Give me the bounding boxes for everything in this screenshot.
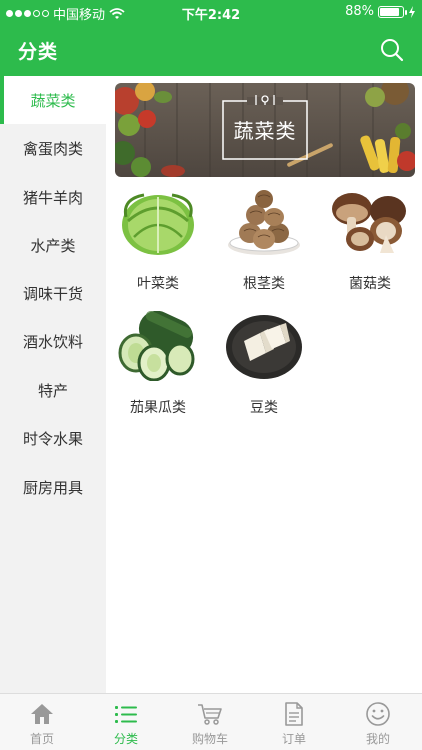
search-button[interactable] [378, 36, 406, 64]
tab-category[interactable]: 分类 [84, 694, 168, 750]
search-icon [381, 39, 404, 62]
category-label: 菌菇类 [349, 276, 391, 292]
battery-icon [378, 5, 407, 18]
sidebar-item-label: 蔬菜类 [30, 91, 76, 110]
sidebar-item-meat[interactable]: 猪牛羊肉 [0, 173, 106, 221]
tab-profile[interactable]: 我的 [336, 694, 420, 750]
sidebar-item-specialty[interactable]: 特产 [0, 366, 106, 414]
sidebar-item-label: 厨房用具 [22, 478, 83, 497]
category-item-mushroom[interactable]: 菌菇类 [318, 187, 422, 297]
category-item-melon[interactable]: 茄果瓜类 [106, 311, 210, 421]
category-label: 豆类 [250, 400, 278, 416]
sidebar-item-fruit[interactable]: 时令水果 [0, 414, 106, 462]
category-content: 蔬菜类 叶菜类 根茎类 菌菇类 茄果瓜类 豆类 [106, 76, 422, 693]
category-sidebar: 蔬菜类 禽蛋肉类 猪牛羊肉 水产类 调味干货 酒水饮料 特产 时令水果 厨房用具 [0, 76, 106, 693]
category-label: 叶菜类 [137, 276, 179, 292]
page-title: 分类 [18, 41, 59, 63]
tab-label: 首页 [29, 732, 54, 746]
tab-label: 订单 [281, 732, 306, 746]
category-item-root[interactable]: 根茎类 [212, 187, 316, 297]
tab-label: 分类 [113, 732, 138, 746]
list-icon [115, 706, 137, 723]
sidebar-item-poultry-eggs[interactable]: 禽蛋肉类 [0, 124, 106, 172]
category-label: 茄果瓜类 [130, 400, 186, 416]
category-banner[interactable]: 蔬菜类 [115, 83, 415, 177]
status-bar: 中国移动 下午2:42 88% [0, 0, 422, 24]
category-item-leafy[interactable]: 叶菜类 [106, 187, 210, 297]
app-header: 分类 [0, 24, 422, 76]
sidebar-item-label: 水产类 [30, 236, 76, 255]
sidebar-item-label: 禽蛋肉类 [22, 139, 83, 158]
cabbage-icon [122, 193, 194, 255]
tab-orders[interactable]: 订单 [252, 694, 336, 750]
sidebar-item-drinks[interactable]: 酒水饮料 [0, 317, 106, 365]
sidebar-item-label: 特产 [37, 381, 68, 400]
winter-melon-icon [118, 311, 195, 381]
smiley-icon [366, 702, 390, 726]
sidebar-item-seasoning[interactable]: 调味干货 [0, 269, 106, 317]
status-right: 88% [345, 4, 416, 19]
home-icon [31, 704, 53, 724]
sidebar-item-label: 调味干货 [22, 284, 83, 303]
banner-title: 蔬菜类 [233, 119, 297, 143]
battery-percent: 88% [345, 4, 374, 19]
document-icon [285, 702, 303, 726]
category-label: 根茎类 [243, 276, 285, 292]
tab-label: 我的 [365, 732, 390, 746]
sidebar-item-label: 猪牛羊肉 [22, 188, 83, 207]
sidebar-item-seafood[interactable]: 水产类 [0, 221, 106, 269]
tofu-icon [226, 315, 302, 379]
sidebar-item-kitchenware[interactable]: 厨房用具 [0, 463, 106, 511]
bottom-tab-bar: 首页 分类 购物车 订单 我的 [0, 693, 422, 750]
tab-label: 购物车 [191, 732, 228, 746]
sidebar-item-label: 酒水饮料 [22, 332, 83, 351]
sidebar-item-vegetables[interactable]: 蔬菜类 [0, 76, 106, 124]
tab-cart[interactable]: 购物车 [168, 694, 252, 750]
sidebar-item-label: 时令水果 [22, 429, 83, 448]
mushroom-icon [332, 193, 406, 253]
category-item-beans[interactable]: 豆类 [212, 311, 316, 421]
cart-icon [198, 704, 222, 725]
tab-home[interactable]: 首页 [0, 694, 84, 750]
taro-icon [228, 190, 300, 255]
charging-icon [409, 5, 415, 18]
